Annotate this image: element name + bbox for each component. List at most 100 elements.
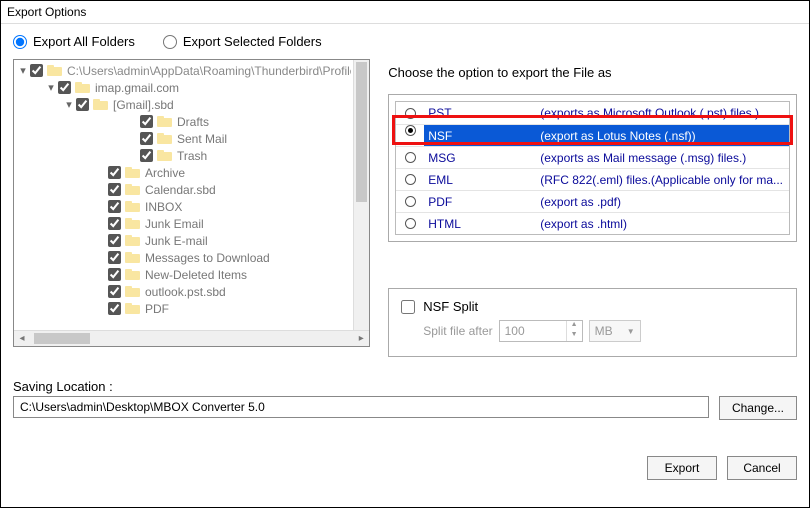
radio-export-all[interactable]: Export All Folders xyxy=(13,34,135,49)
folder-icon xyxy=(125,285,141,298)
tree-item[interactable]: Junk E-mail xyxy=(16,232,351,249)
tree-item[interactable]: Junk Email xyxy=(16,215,351,232)
format-name: EML xyxy=(424,173,540,187)
tree-item[interactable]: PDF xyxy=(16,300,351,317)
tree-checkbox[interactable] xyxy=(108,200,121,213)
tree-checkbox[interactable] xyxy=(108,251,121,264)
tree-label: [Gmail].sbd xyxy=(113,98,174,112)
format-desc: (RFC 822(.eml) files.(Applicable only fo… xyxy=(540,173,789,187)
format-option-eml[interactable]: EML (RFC 822(.eml) files.(Applicable onl… xyxy=(396,168,789,190)
format-name: MSG xyxy=(424,151,540,165)
format-name: PDF xyxy=(424,195,540,209)
tree-checkbox[interactable] xyxy=(108,166,121,179)
format-option-nsf[interactable]: NSF (export as Lotus Notes (.nsf)) xyxy=(396,124,789,146)
split-size-value: 100 xyxy=(505,324,525,338)
radio-icon[interactable] xyxy=(405,174,416,185)
radio-export-selected-input[interactable] xyxy=(163,35,177,49)
collapse-icon[interactable]: ▾ xyxy=(64,98,74,111)
scrollbar-thumb[interactable] xyxy=(356,62,367,202)
folder-tree[interactable]: ▾ C:\Users\admin\AppData\Roaming\Thunder… xyxy=(13,59,370,347)
format-desc: (export as Lotus Notes (.nsf)) xyxy=(540,129,789,143)
tree-checkbox[interactable] xyxy=(108,217,121,230)
radio-export-all-input[interactable] xyxy=(13,35,27,49)
collapse-icon[interactable]: ▾ xyxy=(18,64,28,77)
tree-item[interactable]: Calendar.sbd xyxy=(16,181,351,198)
tree-item[interactable]: Trash xyxy=(16,147,351,164)
folder-icon xyxy=(157,115,173,128)
tree-checkbox[interactable] xyxy=(108,302,121,315)
radio-icon[interactable] xyxy=(405,152,416,163)
folder-icon xyxy=(125,251,141,264)
folder-icon xyxy=(125,268,141,281)
format-desc: (export as .html) xyxy=(540,217,789,231)
tree-item[interactable]: Drafts xyxy=(16,113,351,130)
tree-checkbox[interactable] xyxy=(140,149,153,162)
tree-item[interactable]: Messages to Download xyxy=(16,249,351,266)
split-unit-value: MB xyxy=(595,324,613,338)
tree-label: New-Deleted Items xyxy=(145,268,247,282)
tree-item[interactable]: New-Deleted Items xyxy=(16,266,351,283)
cancel-button[interactable]: Cancel xyxy=(727,456,797,480)
tree-checkbox[interactable] xyxy=(140,115,153,128)
saving-location-input[interactable]: C:\Users\admin\Desktop\MBOX Converter 5.… xyxy=(13,396,709,418)
spinner-up-icon[interactable]: ▲ xyxy=(566,321,582,331)
format-label: Choose the option to export the File as xyxy=(388,65,797,80)
tree-item[interactable]: INBOX xyxy=(16,198,351,215)
tree-root[interactable]: ▾ C:\Users\admin\AppData\Roaming\Thunder… xyxy=(16,62,351,79)
tree-item[interactable]: Sent Mail xyxy=(16,130,351,147)
scroll-left-icon[interactable]: ◂ xyxy=(14,331,30,347)
radio-icon[interactable] xyxy=(405,108,416,119)
tree-checkbox[interactable] xyxy=(76,98,89,111)
format-desc: (export as .pdf) xyxy=(540,195,789,209)
chevron-down-icon: ▼ xyxy=(627,327,635,336)
scrollbar-thumb[interactable] xyxy=(34,333,90,344)
tree-checkbox[interactable] xyxy=(108,285,121,298)
tree-item[interactable]: ▾ [Gmail].sbd xyxy=(16,96,351,113)
radio-icon[interactable] xyxy=(405,125,416,136)
tree-checkbox[interactable] xyxy=(30,64,43,77)
split-unit-dropdown[interactable]: MB ▼ xyxy=(589,320,641,342)
tree-label: INBOX xyxy=(145,200,182,214)
scroll-right-icon[interactable]: ▸ xyxy=(353,331,369,347)
format-panel: PST (exports as Microsoft Outlook (.pst)… xyxy=(388,94,797,242)
scope-radio-group: Export All Folders Export Selected Folde… xyxy=(13,34,797,49)
folder-icon xyxy=(125,217,141,230)
collapse-icon[interactable]: ▾ xyxy=(46,81,56,94)
tree-label: Archive xyxy=(145,166,185,180)
tree-checkbox[interactable] xyxy=(108,234,121,247)
tree-label: Drafts xyxy=(177,115,209,129)
tree-checkbox[interactable] xyxy=(108,268,121,281)
format-option-pst[interactable]: PST (exports as Microsoft Outlook (.pst)… xyxy=(396,102,789,124)
radio-icon[interactable] xyxy=(405,196,416,207)
radio-icon[interactable] xyxy=(405,218,416,229)
tree-label: Messages to Download xyxy=(145,251,270,265)
format-option-html[interactable]: HTML (export as .html) xyxy=(396,212,789,234)
tree-item[interactable]: Archive xyxy=(16,164,351,181)
split-checkbox[interactable] xyxy=(401,300,415,314)
format-option-msg[interactable]: MSG (exports as Mail message (.msg) file… xyxy=(396,146,789,168)
tree-item[interactable]: ▾ imap.gmail.com xyxy=(16,79,351,96)
tree-checkbox[interactable] xyxy=(140,132,153,145)
tree-item[interactable]: outlook.pst.sbd xyxy=(16,283,351,300)
saving-location-label: Saving Location : xyxy=(13,379,797,394)
split-size-input[interactable]: 100 ▲ ▼ xyxy=(499,320,583,342)
tree-label: C:\Users\admin\AppData\Roaming\Thunderbi… xyxy=(67,64,351,78)
folder-icon xyxy=(75,81,91,94)
tree-checkbox[interactable] xyxy=(108,183,121,196)
tree-label: imap.gmail.com xyxy=(95,81,179,95)
radio-export-selected[interactable]: Export Selected Folders xyxy=(163,34,322,49)
folder-icon xyxy=(125,183,141,196)
radio-export-all-label: Export All Folders xyxy=(33,34,135,49)
horizontal-scrollbar[interactable]: ◂ ▸ xyxy=(14,330,369,346)
change-button[interactable]: Change... xyxy=(719,396,797,420)
format-option-pdf[interactable]: PDF (export as .pdf) xyxy=(396,190,789,212)
folder-icon xyxy=(157,132,173,145)
spinner[interactable]: ▲ ▼ xyxy=(566,321,582,341)
spinner-down-icon[interactable]: ▼ xyxy=(566,331,582,341)
vertical-scrollbar[interactable] xyxy=(353,60,369,330)
format-name: HTML xyxy=(424,217,540,231)
export-button[interactable]: Export xyxy=(647,456,717,480)
folder-icon xyxy=(125,200,141,213)
folder-icon xyxy=(125,302,141,315)
tree-checkbox[interactable] xyxy=(58,81,71,94)
